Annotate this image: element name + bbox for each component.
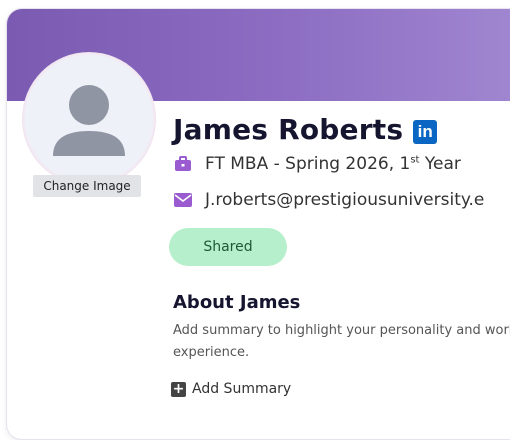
program-text: FT MBA - Spring 2026, 1st Year: [205, 154, 461, 174]
about-title: About James: [173, 292, 301, 313]
email-row: J.roberts@prestigiousuniversity.e: [173, 190, 484, 210]
change-image-button[interactable]: Change Image: [33, 175, 141, 197]
name-row: James Roberts in: [173, 113, 438, 146]
avatar[interactable]: [23, 53, 155, 185]
profile-card: Change Image James Roberts in FT MBA - S…: [6, 8, 510, 440]
status-badge: Shared: [169, 228, 287, 266]
plus-square-icon: +: [171, 380, 186, 397]
linkedin-icon[interactable]: in: [413, 119, 438, 144]
about-text: Add summary to highlight your personalit…: [173, 323, 510, 360]
profile-name: James Roberts: [173, 113, 404, 146]
email-text[interactable]: J.roberts@prestigiousuniversity.e: [205, 190, 484, 210]
user-placeholder-icon: [53, 85, 125, 156]
briefcase-icon: [173, 155, 193, 173]
add-summary-label: Add Summary: [192, 381, 292, 397]
envelope-icon: [173, 191, 193, 209]
add-summary-button[interactable]: + Add Summary: [171, 381, 291, 397]
program-row: FT MBA - Spring 2026, 1st Year: [173, 154, 461, 174]
